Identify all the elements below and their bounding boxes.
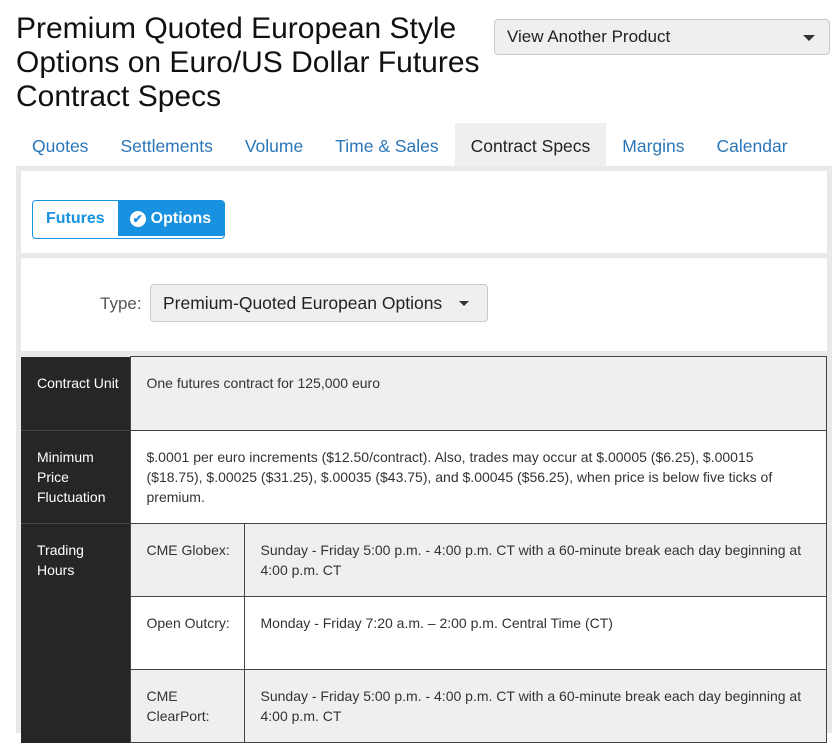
trading-hours-label: Trading Hours: [21, 523, 130, 743]
hours-open-outcry: Monday - Friday 7:20 a.m. – 2:00 p.m. Ce…: [243, 596, 827, 670]
tab-margins[interactable]: Margins: [606, 123, 700, 169]
caret-down-icon: [459, 301, 469, 306]
tab-volume[interactable]: Volume: [229, 123, 319, 169]
contract-unit-value: One futures contract for 125,000 euro: [129, 356, 827, 431]
tab-settlements[interactable]: Settlements: [104, 123, 228, 169]
min-price-fluctuation-label: Minimum Price Fluctuation: [21, 430, 130, 524]
contract-specs-table: Contract Unit One futures contract for 1…: [21, 356, 827, 743]
venue-globex: CME Globex:: [129, 523, 245, 597]
tab-quotes[interactable]: Quotes: [16, 123, 104, 169]
view-another-product-dropdown[interactable]: View Another Product: [494, 19, 830, 55]
table-row: Minimum Price Fluctuation $.0001 per eur…: [21, 430, 827, 524]
type-filter-box: Type: Premium-Quoted European Options: [21, 258, 827, 351]
futures-options-toggle: Futures ✔ Options: [32, 200, 226, 239]
options-button[interactable]: ✔ Options: [117, 201, 225, 236]
type-select[interactable]: Premium-Quoted European Options: [150, 284, 488, 322]
check-circle-icon: ✔: [129, 210, 146, 227]
contract-unit-label: Contract Unit: [21, 356, 130, 431]
hours-globex: Sunday - Friday 5:00 p.m. - 4:00 p.m. CT…: [243, 523, 827, 597]
tab-contract-specs[interactable]: Contract Specs: [454, 123, 607, 169]
tab-calendar[interactable]: Calendar: [701, 123, 804, 169]
venue-clearport: CME ClearPort:: [129, 669, 245, 743]
product-tabs: Quotes Settlements Volume Time & Sales C…: [16, 123, 832, 169]
instrument-toggle-box: Futures ✔ Options: [21, 171, 827, 253]
table-row: Open Outcry: Monday - Friday 7:20 a.m. –…: [21, 596, 827, 670]
options-button-label: Options: [150, 209, 212, 227]
min-price-fluctuation-value: $.0001 per euro increments ($12.50/contr…: [129, 430, 827, 524]
product-dropdown-label: View Another Product: [507, 27, 671, 46]
tab-time-and-sales[interactable]: Time & Sales: [319, 123, 454, 169]
page-title: Premium Quoted European Style Options on…: [16, 12, 480, 113]
caret-down-icon: [803, 35, 815, 41]
type-label: Type:: [100, 294, 142, 313]
table-row: Contract Unit One futures contract for 1…: [21, 356, 827, 431]
type-select-value: Premium-Quoted European Options: [163, 292, 443, 313]
table-row: CME ClearPort: Sunday - Friday 5:00 p.m.…: [21, 669, 827, 743]
venue-open-outcry: Open Outcry:: [129, 596, 245, 670]
table-row: Trading Hours CME Globex: Sunday - Frida…: [21, 523, 827, 743]
hours-clearport: Sunday - Friday 5:00 p.m. - 4:00 p.m. CT…: [243, 669, 827, 743]
futures-button[interactable]: Futures: [33, 201, 118, 236]
